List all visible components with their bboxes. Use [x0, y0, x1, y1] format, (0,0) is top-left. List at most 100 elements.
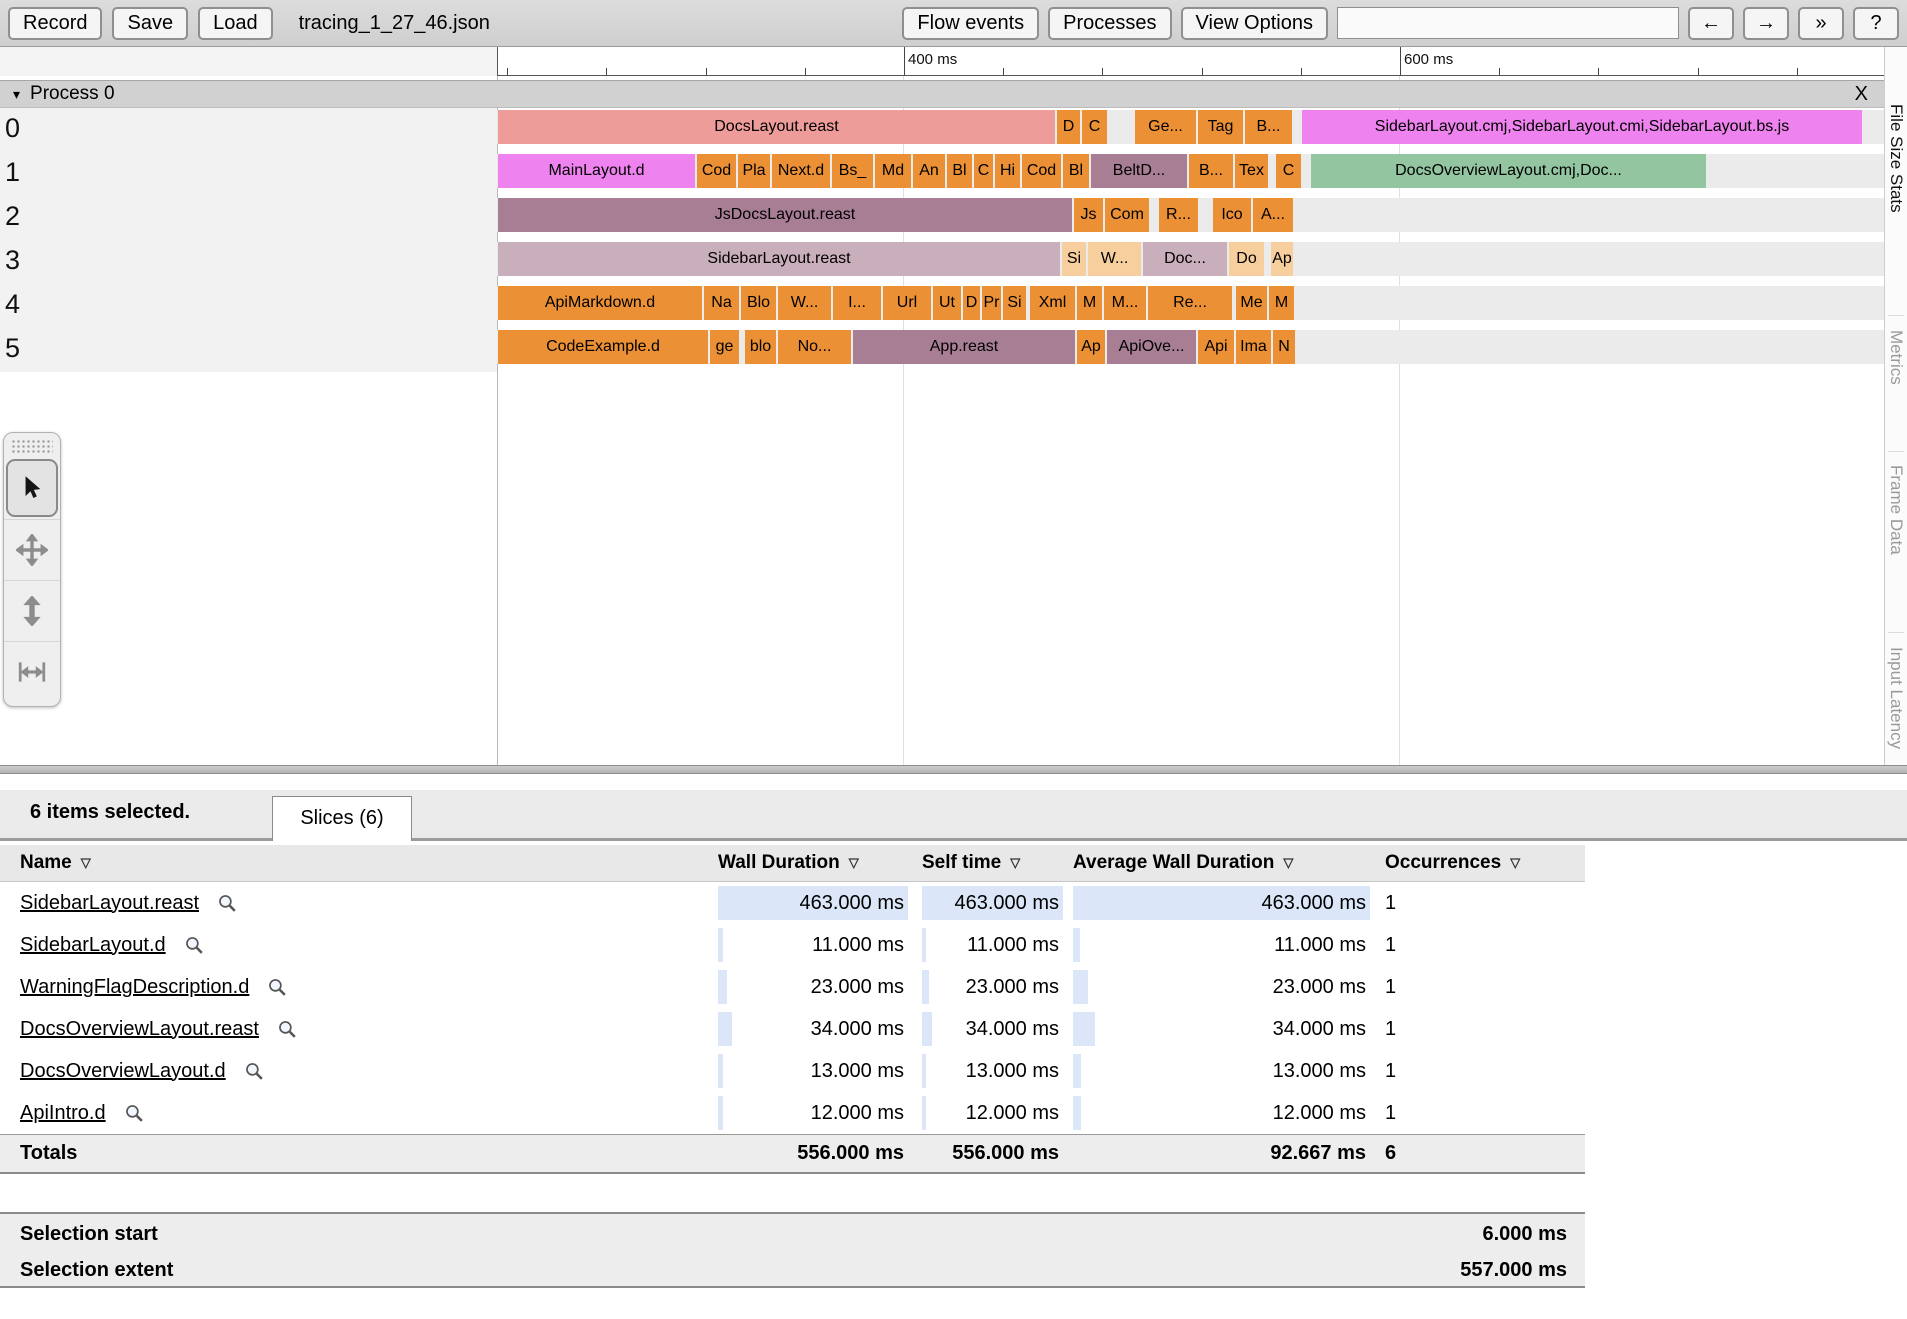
tab-slices[interactable]: Slices (6) [272, 796, 412, 841]
timeline-slice[interactable]: CodeExample.d [498, 330, 708, 364]
timeline-slice[interactable]: A... [1253, 198, 1293, 232]
find-input[interactable] [1337, 7, 1679, 39]
timeline-slice[interactable]: Do [1229, 242, 1264, 276]
timeline-slice[interactable]: Ge... [1135, 110, 1196, 144]
find-previous-button[interactable]: ← [1688, 6, 1734, 40]
timeline-slice[interactable]: C [1082, 110, 1107, 144]
timeline-slice[interactable]: Xml [1030, 286, 1075, 320]
timeline-slice[interactable]: Re... [1148, 286, 1232, 320]
timeline-slice[interactable]: Bl [947, 154, 972, 188]
timeline-slice[interactable]: DocsOverviewLayout.cmj,Doc... [1311, 154, 1706, 188]
magnifier-icon[interactable] [124, 1103, 145, 1124]
timeline-slice[interactable]: Na [704, 286, 739, 320]
panel-splitter[interactable] [0, 765, 1907, 774]
timeline-slice[interactable]: Doc... [1143, 242, 1227, 276]
timeline-slice[interactable]: Ap [1271, 242, 1293, 276]
timeline-slice[interactable]: Bs_ [832, 154, 873, 188]
timeline-slice[interactable]: Si [1003, 286, 1026, 320]
magnifier-icon[interactable] [184, 935, 205, 956]
slice-name-link[interactable]: SidebarLayout.reast [20, 892, 199, 915]
slice-name-link[interactable]: WarningFlagDescription.d [20, 976, 249, 999]
timeline-slice[interactable]: Cod [1022, 154, 1061, 188]
save-button[interactable]: Save [112, 6, 189, 40]
timeline-slice[interactable]: M... [1104, 286, 1146, 320]
timeline-slice[interactable]: MainLayout.d [498, 154, 695, 188]
timeline-slice[interactable]: ge [710, 330, 739, 364]
timeline-slice[interactable]: Bl [1063, 154, 1089, 188]
timeline-slice[interactable]: Ima [1236, 330, 1271, 364]
sidebar-tab-frame-data[interactable]: Frame Data [1886, 465, 1906, 555]
column-header-average-wall-duration[interactable]: Average Wall Duration ▽ [1073, 845, 1293, 881]
timeline-slice[interactable]: Com [1105, 198, 1149, 232]
timeline-slice[interactable]: SidebarLayout.cmj,SidebarLayout.cmi,Side… [1302, 110, 1862, 144]
timeline-slice[interactable]: DocsLayout.reast [498, 110, 1055, 144]
timeline-slice[interactable]: C [974, 154, 993, 188]
timeline-slice[interactable]: Cod [697, 154, 736, 188]
timeline-slice[interactable]: Next.d [772, 154, 830, 188]
timeline-slice[interactable]: B... [1189, 154, 1233, 188]
slice-name-link[interactable]: SidebarLayout.d [20, 934, 166, 957]
timeline-slice[interactable]: Ico [1213, 198, 1251, 232]
timeline-slice[interactable]: Si [1062, 242, 1086, 276]
timeline-slice[interactable]: Tex [1235, 154, 1268, 188]
timing-tool-button[interactable] [4, 641, 60, 702]
timeline-slice[interactable]: Ap [1077, 330, 1105, 364]
timeline-slice[interactable]: Js [1074, 198, 1103, 232]
timeline-slice[interactable]: BeltD... [1091, 154, 1187, 188]
magnifier-icon[interactable] [277, 1019, 298, 1040]
panel-drag-handle[interactable] [11, 439, 53, 455]
timeline-slice[interactable]: N [1273, 330, 1295, 364]
sort-arrow-icon[interactable]: ▽ [1510, 855, 1520, 871]
timeline-slice[interactable]: blo [745, 330, 776, 364]
timeline-slice[interactable]: An [913, 154, 945, 188]
magnifier-icon[interactable] [267, 977, 288, 998]
magnifier-icon[interactable] [217, 893, 238, 914]
help-button[interactable]: ? [1853, 6, 1899, 40]
load-button[interactable]: Load [198, 6, 273, 40]
timeline-slice[interactable]: C [1276, 154, 1301, 188]
timeline-slice[interactable]: R... [1159, 198, 1198, 232]
timeline-slice[interactable]: App.reast [853, 330, 1075, 364]
sidebar-tab-metrics[interactable]: Metrics [1886, 330, 1906, 385]
sidebar-tab-input-latency[interactable]: Input Latency [1886, 647, 1906, 749]
sort-arrow-icon[interactable]: ▽ [81, 855, 91, 871]
find-next-button[interactable]: → [1743, 6, 1789, 40]
timeline-slice[interactable]: No... [778, 330, 851, 364]
magnifier-icon[interactable] [244, 1061, 265, 1082]
slice-name-link[interactable]: DocsOverviewLayout.reast [20, 1018, 259, 1041]
column-header-self-time[interactable]: Self time ▽ [922, 845, 1020, 881]
processes-button[interactable]: Processes [1048, 6, 1172, 40]
timeline-slice[interactable]: Pla [738, 154, 770, 188]
timeline-slice[interactable]: Api [1198, 330, 1234, 364]
view-options-button[interactable]: View Options [1180, 6, 1328, 40]
timeline-slice[interactable]: D [1057, 110, 1080, 144]
timeline-slice[interactable]: Me [1236, 286, 1267, 320]
timeline-slice[interactable]: Hi [995, 154, 1020, 188]
column-header-wall-duration[interactable]: Wall Duration ▽ [718, 845, 859, 881]
timeline-slice[interactable]: ApiOve... [1107, 330, 1196, 364]
flow-events-button[interactable]: Flow events [902, 6, 1040, 40]
sort-arrow-icon[interactable]: ▽ [1010, 855, 1020, 871]
timeline-slice[interactable]: W... [778, 286, 831, 320]
sort-arrow-icon[interactable]: ▽ [849, 855, 859, 871]
process-header[interactable]: ▾ Process 0 X [0, 80, 1884, 108]
timeline-slice[interactable]: Ut [933, 286, 961, 320]
slice-name-link[interactable]: ApiIntro.d [20, 1102, 106, 1125]
selection-tool-button[interactable] [6, 459, 58, 517]
record-button[interactable]: Record [8, 6, 103, 40]
timeline-slice[interactable]: JsDocsLayout.reast [498, 198, 1072, 232]
column-header-occurrences[interactable]: Occurrences ▽ [1385, 845, 1520, 881]
vertical-zoom-tool-button[interactable] [4, 580, 60, 641]
close-process-button[interactable]: X [1855, 83, 1868, 106]
column-header-name[interactable]: Name ▽ [20, 845, 91, 881]
timeline-slice[interactable]: D [963, 286, 980, 320]
timeline-slice[interactable]: Pr [982, 286, 1001, 320]
timeline-slice[interactable]: Blo [741, 286, 776, 320]
pan-tool-button[interactable] [4, 519, 60, 580]
timeline-slice[interactable]: ApiMarkdown.d [498, 286, 702, 320]
timeline-slice[interactable]: W... [1088, 242, 1141, 276]
timeline-slice[interactable]: M [1077, 286, 1102, 320]
timeline-slice[interactable]: Tag [1198, 110, 1243, 144]
collapse-process-icon[interactable]: ▾ [13, 86, 20, 103]
timeline-slice[interactable]: Md [875, 154, 911, 188]
